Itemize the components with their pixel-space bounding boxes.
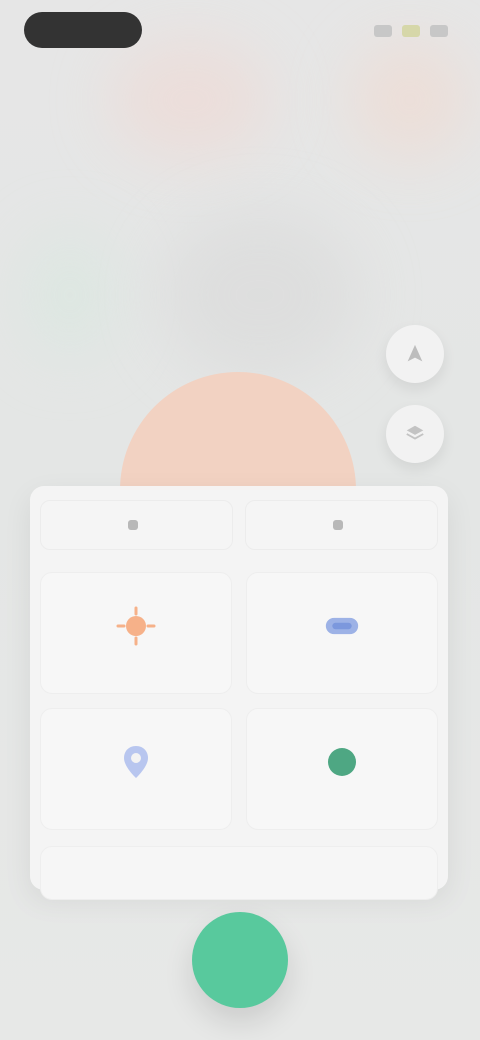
location-icon <box>407 344 423 362</box>
status-icons <box>358 22 448 40</box>
tab-icon <box>127 520 138 530</box>
action-card[interactable] <box>40 572 232 694</box>
action-card[interactable] <box>246 708 438 830</box>
action-grid <box>30 558 448 830</box>
circle-icon <box>321 741 363 783</box>
bottom-action-button[interactable] <box>40 846 438 900</box>
battery-icon <box>430 25 448 37</box>
card-icon <box>321 605 363 647</box>
signal-icon <box>374 25 392 37</box>
layers-button[interactable] <box>386 405 444 463</box>
action-card[interactable] <box>40 708 232 830</box>
tab-bar <box>30 500 448 558</box>
action-panel <box>30 486 448 900</box>
layers-icon <box>406 425 424 440</box>
background-blob <box>160 210 360 380</box>
tab-icon <box>332 520 343 530</box>
background-blob <box>20 230 120 360</box>
status-pill <box>24 12 142 48</box>
app-screen <box>0 0 480 1040</box>
action-card[interactable] <box>246 572 438 694</box>
map-pin-icon <box>115 741 157 783</box>
wifi-icon <box>402 25 420 37</box>
tab-secondary[interactable] <box>245 500 438 550</box>
sun-icon <box>115 605 157 647</box>
status-bar <box>0 0 480 64</box>
location-button[interactable] <box>386 325 444 383</box>
primary-fab-button[interactable] <box>192 912 288 1008</box>
tab-primary[interactable] <box>40 500 233 550</box>
status-arc <box>120 372 356 490</box>
